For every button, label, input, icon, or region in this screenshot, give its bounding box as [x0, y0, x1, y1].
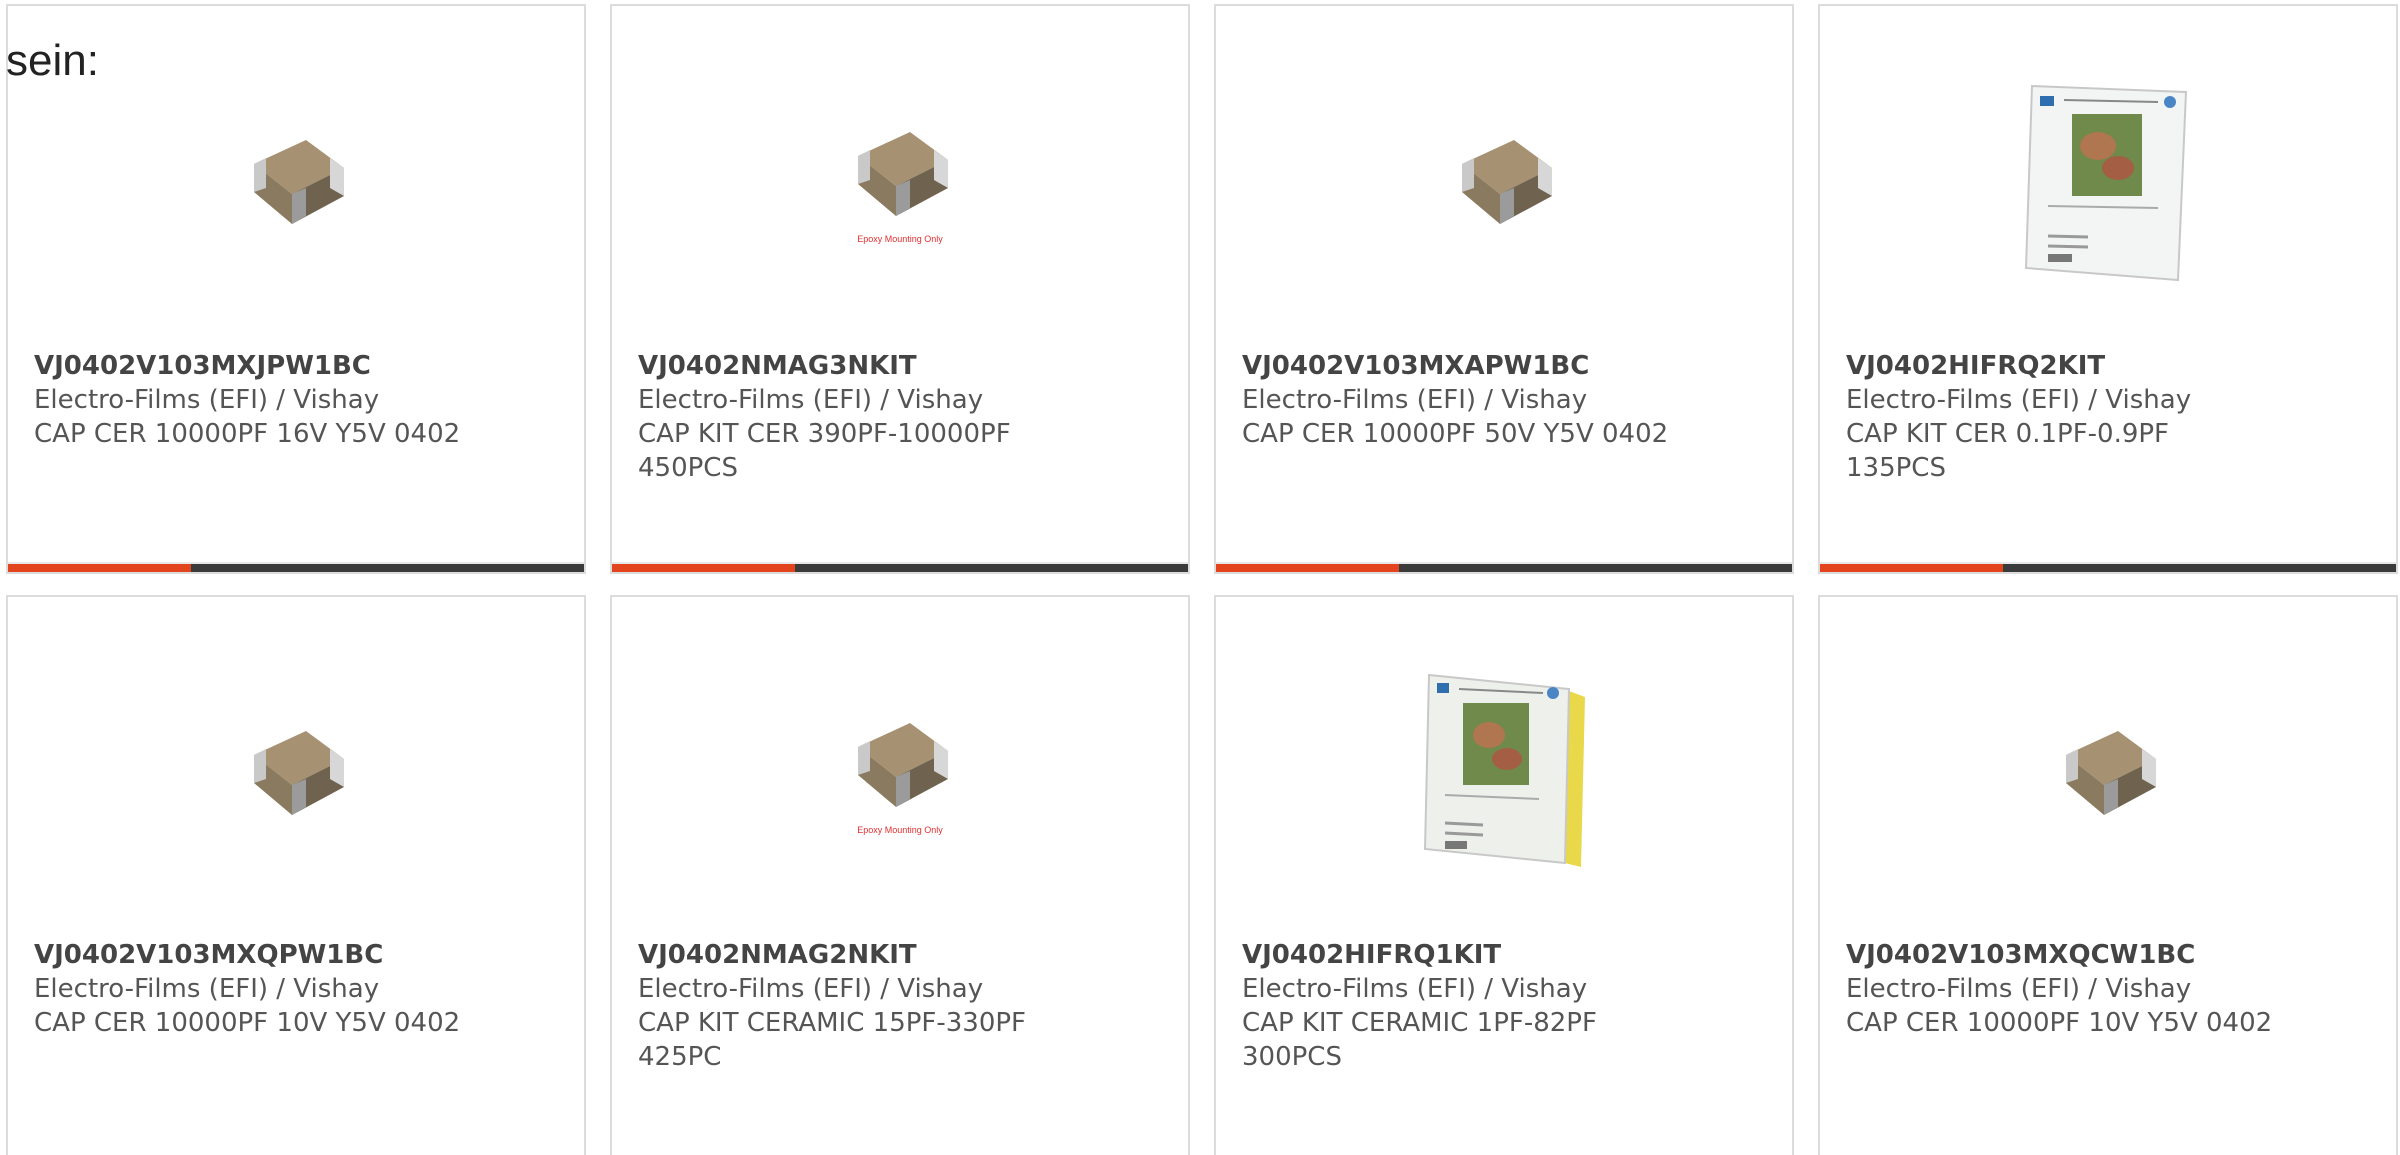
product-card[interactable]: VJ0402V103MXAPW1BC Electro-Films (EFI) /… [1214, 4, 1794, 574]
product-card[interactable]: VJ0402V103MXQPW1BC Electro-Films (EFI) /… [6, 595, 586, 1155]
chip-capacitor-image: Epoxy Mounting Only [840, 709, 960, 835]
product-image[interactable] [1216, 46, 1792, 316]
product-card[interactable]: Epoxy Mounting Only VJ0402NMAG3NKIT Elec… [610, 4, 1190, 574]
product-card[interactable]: VJ0402V103MXJPW1BC Electro-Films (EFI) /… [6, 4, 586, 574]
chip-capacitor-image [1444, 126, 1564, 236]
product-image[interactable] [8, 637, 584, 907]
description: CAP KIT CER 390PF-10000PF 450PCS [638, 419, 1011, 483]
description: CAP CER 10000PF 10V Y5V 0402 [34, 1008, 461, 1038]
product-card[interactable]: Epoxy Mounting Only VJ0402NMAG2NKIT Elec… [610, 595, 1190, 1155]
intro-text: sein: [6, 36, 99, 85]
product-image[interactable]: Epoxy Mounting Only [612, 637, 1188, 907]
epoxy-note: Epoxy Mounting Only [857, 825, 943, 835]
manufacturer: Electro-Films (EFI) / Vishay [34, 385, 380, 415]
kit-booklet-image [2024, 84, 2188, 282]
manufacturer: Electro-Films (EFI) / Vishay [1242, 974, 1588, 1004]
manufacturer: Electro-Films (EFI) / Vishay [1846, 974, 2192, 1004]
epoxy-note: Epoxy Mounting Only [857, 234, 943, 244]
description: CAP CER 10000PF 16V Y5V 0402 [34, 419, 461, 449]
manufacturer: Electro-Films (EFI) / Vishay [34, 974, 380, 1004]
part-number-link[interactable]: VJ0402V103MXAPW1BC [1242, 349, 1772, 383]
part-number-link[interactable]: VJ0402V103MXQPW1BC [34, 938, 564, 972]
part-number-link[interactable]: VJ0402NMAG2NKIT [638, 938, 1168, 972]
manufacturer: Electro-Films (EFI) / Vishay [1242, 385, 1588, 415]
part-number-link[interactable]: VJ0402V103MXQCW1BC [1846, 938, 2376, 972]
card-bottom-bar [1820, 562, 2396, 572]
product-card[interactable]: VJ0402HIFRQ1KIT Electro-Films (EFI) / Vi… [1214, 595, 1794, 1155]
product-image[interactable] [1216, 637, 1792, 907]
product-image[interactable] [8, 46, 584, 316]
manufacturer: Electro-Films (EFI) / Vishay [1846, 385, 2192, 415]
product-card[interactable]: VJ0402HIFRQ2KIT Electro-Films (EFI) / Vi… [1818, 4, 2398, 574]
kit-booklet-image [1423, 673, 1585, 867]
part-number-link[interactable]: VJ0402V103MXJPW1BC [34, 349, 564, 383]
manufacturer: Electro-Films (EFI) / Vishay [638, 385, 984, 415]
description: CAP KIT CER 0.1PF-0.9PF 135PCS [1846, 419, 2170, 483]
part-number-link[interactable]: VJ0402NMAG3NKIT [638, 349, 1168, 383]
product-image[interactable]: Epoxy Mounting Only [612, 46, 1188, 316]
description: CAP KIT CERAMIC 15PF-330PF 425PC [638, 1008, 1027, 1072]
product-image[interactable] [1820, 637, 2396, 907]
product-image[interactable] [1820, 46, 2396, 316]
chip-capacitor-image [236, 126, 356, 236]
part-number-link[interactable]: VJ0402HIFRQ1KIT [1242, 938, 1772, 972]
description: CAP CER 10000PF 10V Y5V 0402 [1846, 1008, 2273, 1038]
chip-capacitor-image: Epoxy Mounting Only [840, 118, 960, 244]
part-number-link[interactable]: VJ0402HIFRQ2KIT [1846, 349, 2376, 383]
description: CAP KIT CERAMIC 1PF-82PF 300PCS [1242, 1008, 1597, 1072]
chip-capacitor-image [2048, 717, 2168, 827]
product-card[interactable]: VJ0402V103MXQCW1BC Electro-Films (EFI) /… [1818, 595, 2398, 1155]
card-bottom-bar [1216, 562, 1792, 572]
card-bottom-bar [8, 562, 584, 572]
manufacturer: Electro-Films (EFI) / Vishay [638, 974, 984, 1004]
description: CAP CER 10000PF 50V Y5V 0402 [1242, 419, 1669, 449]
chip-capacitor-image [236, 717, 356, 827]
card-bottom-bar [612, 562, 1188, 572]
